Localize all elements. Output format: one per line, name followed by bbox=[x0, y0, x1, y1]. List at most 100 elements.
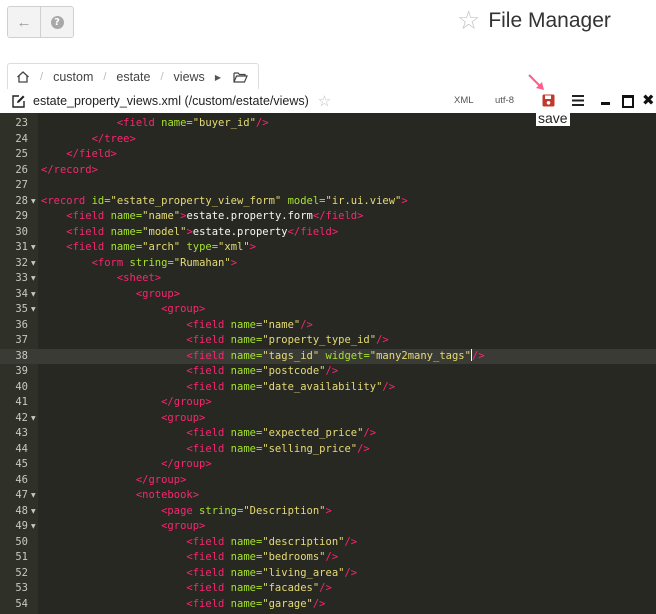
code-line[interactable]: 36 <field name="name"/> bbox=[0, 318, 656, 334]
breadcrumb: / custom / estate / views ▶ bbox=[7, 63, 259, 90]
code-line[interactable]: 45 </group> bbox=[0, 457, 656, 473]
line-number: 24 bbox=[15, 132, 28, 145]
close-button[interactable]: ✖ bbox=[642, 93, 655, 108]
code-line[interactable]: 44 <field name="selling_price"/> bbox=[0, 442, 656, 458]
breadcrumb-item-custom[interactable]: custom bbox=[53, 70, 93, 84]
code-line[interactable]: 24 </tree> bbox=[0, 132, 656, 148]
caret-right-icon[interactable]: ▶ bbox=[215, 73, 221, 82]
code-line[interactable]: 40 <field name="date_availability"/> bbox=[0, 380, 656, 396]
code-text: <field name="postcode"/> bbox=[186, 365, 339, 377]
fold-toggle-icon[interactable]: ▼ bbox=[31, 519, 36, 535]
code-line[interactable]: 34 ▼ <group> bbox=[0, 287, 656, 303]
code-text: <field name="selling_price"/> bbox=[186, 442, 370, 455]
code-line[interactable]: 27 bbox=[0, 178, 656, 194]
code-line[interactable]: 38 <field name="tags_id" widget="many2ma… bbox=[0, 348, 656, 364]
code-line[interactable]: 39 <field name="postcode"/> bbox=[0, 364, 656, 380]
help-button[interactable]: ? bbox=[41, 7, 73, 37]
code-text: <field name="name">estate.property.form<… bbox=[66, 210, 364, 222]
mode-selector[interactable]: XML bbox=[454, 95, 474, 106]
code-line[interactable]: 54 <field name="garage"/> bbox=[0, 597, 656, 613]
code-line[interactable]: 48 ▼ <page string="Description"> bbox=[0, 504, 656, 520]
code-line[interactable]: 46 </group> bbox=[0, 473, 656, 489]
code-line[interactable]: 31 ▼ <field name="arch" type="xml"> bbox=[0, 240, 656, 256]
code-text: <field name="living_area"/> bbox=[186, 566, 358, 579]
star-icon[interactable]: ☆ bbox=[457, 8, 480, 34]
back-button[interactable]: ← bbox=[8, 7, 41, 37]
fold-toggle-icon[interactable]: ▼ bbox=[31, 240, 36, 256]
minimize-button[interactable] bbox=[601, 102, 610, 105]
code-text: <group> bbox=[135, 287, 181, 300]
code-line[interactable]: 32 ▼ <form string="Rumahan"> bbox=[0, 256, 656, 272]
fold-toggle-icon[interactable]: ▼ bbox=[31, 302, 36, 318]
breadcrumb-separator: / bbox=[103, 71, 107, 83]
line-number: 25 bbox=[15, 148, 28, 160]
code-line[interactable]: 49 ▼ <group> bbox=[0, 519, 656, 535]
save-button[interactable] bbox=[542, 94, 555, 107]
code-line[interactable]: 35 ▼ <group> bbox=[0, 302, 656, 318]
menu-button[interactable] bbox=[572, 95, 584, 106]
fold-toggle-icon[interactable]: ▼ bbox=[31, 504, 36, 520]
code-text: <page string="Description"> bbox=[161, 504, 332, 517]
maximize-button[interactable] bbox=[622, 95, 634, 108]
line-number: 35 bbox=[15, 303, 28, 315]
code-text: </field> bbox=[66, 148, 117, 160]
code-text: <field name="garage"/> bbox=[186, 597, 326, 610]
code-line[interactable]: 28 ▼ <record id="estate_property_view_form… bbox=[0, 194, 656, 210]
folder-open-icon[interactable] bbox=[233, 71, 248, 84]
floppy-disk-icon bbox=[542, 94, 555, 107]
code-text: </group> bbox=[161, 458, 212, 470]
fold-toggle-icon[interactable]: ▼ bbox=[31, 287, 36, 303]
encoding-selector[interactable]: utf-8 bbox=[495, 95, 514, 106]
code-line[interactable]: 47 ▼ <notebook> bbox=[0, 488, 656, 504]
code-text: <group> bbox=[161, 303, 206, 315]
favorite-star-icon[interactable]: ☆ bbox=[318, 92, 331, 110]
fold-toggle-icon[interactable]: ▼ bbox=[31, 194, 36, 210]
code-line[interactable]: 37 <field name="property_type_id"/> bbox=[0, 333, 656, 349]
code-line[interactable]: 43 <field name="expected_price"/> bbox=[0, 426, 656, 442]
line-number: 53 bbox=[15, 582, 28, 594]
home-icon[interactable] bbox=[16, 70, 30, 84]
code-line[interactable]: 50 <field name="description"/> bbox=[0, 535, 656, 551]
code-text: </group> bbox=[135, 473, 187, 486]
line-number: 49 bbox=[15, 520, 28, 532]
fold-toggle-icon[interactable]: ▼ bbox=[31, 271, 36, 287]
code-line[interactable]: 42 ▼ <group> bbox=[0, 411, 656, 427]
line-number: 34 bbox=[15, 287, 28, 300]
line-number: 52 bbox=[15, 566, 28, 579]
line-number: 54 bbox=[15, 597, 28, 610]
code-line[interactable]: 29 <field name="name">estate.property.fo… bbox=[0, 209, 656, 225]
fold-toggle-icon[interactable]: ▼ bbox=[31, 256, 36, 272]
breadcrumb-item-views[interactable]: views bbox=[174, 70, 205, 84]
code-line[interactable]: 51 <field name="bedrooms"/> bbox=[0, 550, 656, 566]
code-text: <field name="facades"/> bbox=[186, 582, 332, 594]
code-text: </tree> bbox=[91, 132, 136, 145]
code-text: <field name="description"/> bbox=[186, 535, 358, 548]
code-line[interactable]: 26 </record> bbox=[0, 163, 656, 179]
line-number: 38 bbox=[15, 349, 28, 362]
top-bar: ← ? ☆ File Manager bbox=[0, 0, 656, 46]
fold-toggle-icon[interactable]: ▼ bbox=[31, 488, 36, 504]
line-number: 44 bbox=[15, 442, 28, 455]
code-line[interactable]: 41 </group> bbox=[0, 395, 656, 411]
code-line[interactable]: 53 <field name="facades"/> bbox=[0, 581, 656, 597]
code-text: <field name="date_availability"/> bbox=[186, 380, 396, 393]
code-line[interactable]: 52 <field name="living_area"/> bbox=[0, 566, 656, 582]
line-number: 48 bbox=[15, 504, 28, 517]
line-number: 29 bbox=[15, 210, 28, 222]
code-editor[interactable]: 23 <field name="buyer_id"/> 24 </tree> 25 … bbox=[0, 113, 656, 614]
breadcrumb-separator: / bbox=[40, 71, 44, 83]
code-text: </group> bbox=[161, 396, 212, 408]
code-line[interactable]: 33 ▼ <sheet> bbox=[0, 271, 656, 287]
line-number: 41 bbox=[15, 396, 28, 408]
line-number: 50 bbox=[15, 535, 28, 548]
code-text: <group> bbox=[161, 411, 206, 424]
line-number: 40 bbox=[15, 380, 28, 393]
code-line[interactable]: 25 </field> bbox=[0, 147, 656, 163]
nav-button-group: ← ? bbox=[7, 6, 74, 38]
breadcrumb-item-estate[interactable]: estate bbox=[116, 70, 150, 84]
line-number: 51 bbox=[15, 551, 28, 563]
fold-toggle-icon[interactable]: ▼ bbox=[31, 411, 36, 427]
code-line[interactable]: 30 <field name="model">estate.property</… bbox=[0, 225, 656, 241]
line-number: 23 bbox=[15, 117, 28, 129]
line-number: 36 bbox=[15, 318, 28, 331]
